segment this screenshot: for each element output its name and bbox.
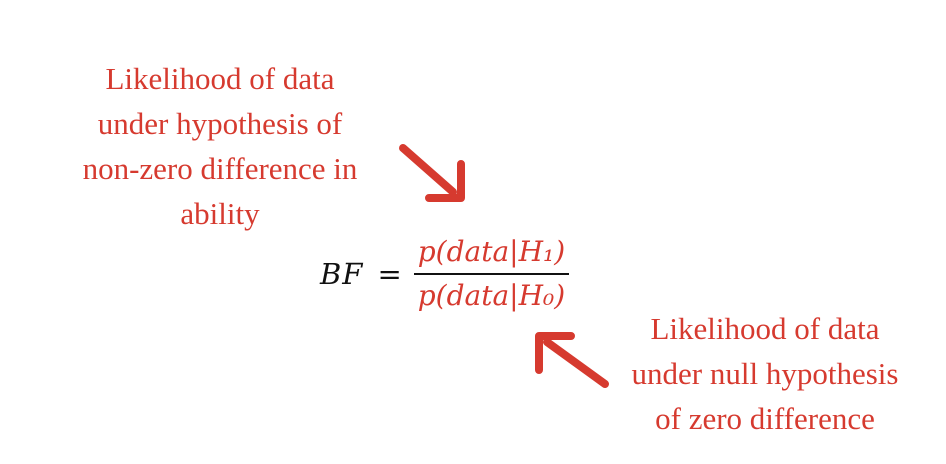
numerator-annotation-line-1: Likelihood of data [105,61,335,96]
numerator-annotation: Likelihood of data under hypothesis of n… [40,56,400,236]
arrow-to-numerator-icon [399,144,465,202]
equals-sign: = [377,257,402,291]
denominator-annotation-line-2: under null hypothesis [631,356,899,391]
numerator-annotation-line-2: under hypothesis of [97,106,343,141]
equation-lhs: BF [320,257,364,291]
fraction-numerator: p(data|H₁) [417,235,566,268]
denominator-annotation: Likelihood of data under null hypothesis… [590,306,940,441]
denominator-annotation-line-1: Likelihood of data [650,311,880,346]
likelihood-fraction: p(data|H₁) p(data|H₀) [413,234,570,314]
fraction-bar [413,273,570,275]
bayes-factor-equation: BF = p(data|H₁) p(data|H₀) [320,226,570,322]
fraction-denominator: p(data|H₀) [417,279,566,312]
denominator-annotation-line-3: of zero difference [655,401,875,436]
numerator-annotation-line-3: non-zero difference in [82,151,358,186]
